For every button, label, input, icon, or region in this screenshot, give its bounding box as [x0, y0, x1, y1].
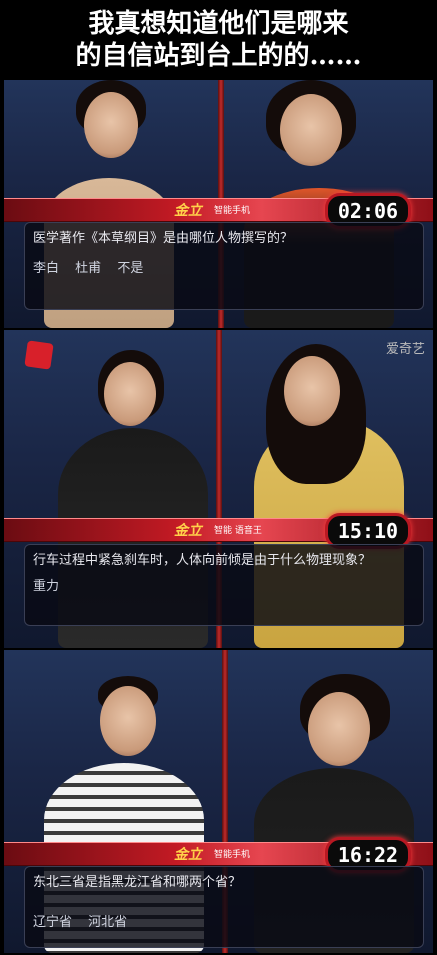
- sponsor-logo: 金立: [174, 523, 202, 539]
- caption-line-1: 我真想知道他们是哪来: [88, 9, 349, 39]
- caption-line-2: 的自信站到台上的的……: [75, 41, 362, 71]
- sponsor-sub: 智能手机: [214, 206, 251, 216]
- answer-item: 辽宁省: [33, 915, 73, 930]
- answer-list: 辽宁省 河北省: [33, 911, 415, 930]
- question-box: 东北三省是指黑龙江省和哪两个省？ 辽宁省 河北省: [24, 866, 424, 948]
- sponsor-sub: 智能 语音王: [214, 526, 262, 536]
- show-banner: 金立 智能手机 16:22: [4, 837, 433, 873]
- answer-item: 重力: [33, 579, 60, 594]
- answer-list: 李白 杜甫 不是: [33, 257, 415, 276]
- channel-logo: [24, 340, 54, 370]
- quiz-panel-2: 爱奇艺 金立 智能 语音王 15:10 行车过程中紧急刹车时，人体向前倾是由于什…: [4, 330, 433, 648]
- contestant-face: [284, 356, 340, 426]
- answer-item: 河北省: [88, 915, 128, 930]
- question-box: 医学著作《本草纲目》是由哪位人物撰写的？ 李白 杜甫 不是: [24, 222, 424, 310]
- quiz-panel-3: 金立 智能手机 16:22 东北三省是指黑龙江省和哪两个省？ 辽宁省 河北省: [4, 650, 433, 953]
- show-banner: 金立 智能手机 02:06: [4, 193, 433, 229]
- quiz-panel-1: 金立 智能手机 02:06 医学著作《本草纲目》是由哪位人物撰写的？ 李白 杜甫…: [4, 80, 433, 328]
- answer-list: 重力: [33, 575, 415, 594]
- contestant-face: [280, 94, 342, 166]
- sponsor-logo: 金立: [174, 203, 202, 219]
- meme-caption: 我真想知道他们是哪来 的自信站到台上的的……: [0, 0, 437, 80]
- question-text: 行车过程中紧急刹车时，人体向前倾是由于什么物理现象？: [33, 553, 372, 568]
- show-banner: 金立 智能 语音王 15:10: [4, 513, 433, 549]
- question-box: 行车过程中紧急刹车时，人体向前倾是由于什么物理现象？ 重力: [24, 544, 424, 626]
- answer-item: 不是: [117, 261, 144, 276]
- contestant-face: [100, 686, 156, 756]
- contestant-face: [308, 692, 370, 766]
- question-text: 东北三省是指黑龙江省和哪两个省？: [33, 875, 242, 890]
- contestant-face: [104, 362, 156, 426]
- answer-item: 杜甫: [75, 261, 102, 276]
- watermark: 爱奇艺: [385, 342, 425, 357]
- question-text: 医学著作《本草纲目》是由哪位人物撰写的？: [33, 231, 294, 246]
- answer-item: 李白: [33, 261, 60, 276]
- sponsor-logo: 金立: [174, 847, 202, 863]
- sponsor-sub: 智能手机: [214, 850, 251, 860]
- contestant-face: [84, 92, 138, 158]
